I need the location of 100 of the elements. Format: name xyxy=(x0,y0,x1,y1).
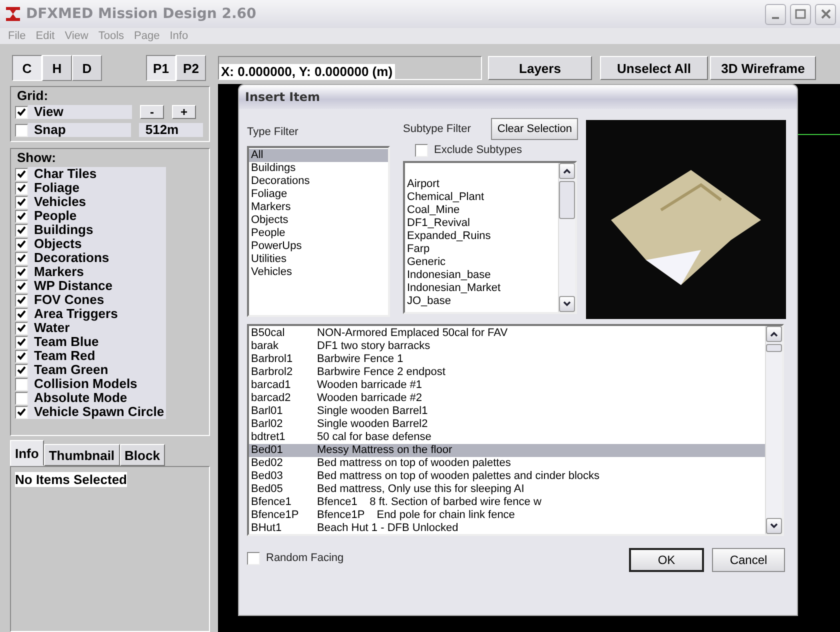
item-row[interactable]: Bfence1 Bfence1 8 ft. Section of barbed wire fence w xyxy=(249,496,765,509)
checkbox[interactable] xyxy=(15,182,28,194)
minimize-button[interactable] xyxy=(765,4,786,24)
type-list[interactable]: All Buildings Decorations Foliage Markers Objects People PowerUps Utilities Vehicles xyxy=(247,146,390,317)
list-item[interactable]: All xyxy=(249,149,388,162)
list-item[interactable]: Coal_Mine xyxy=(405,204,558,217)
option-label: Area Triggers xyxy=(28,307,166,321)
option-label: Objects xyxy=(28,237,166,251)
checkbox[interactable] xyxy=(15,124,28,136)
list-item[interactable]: People xyxy=(249,227,388,240)
scroll-down-button[interactable] xyxy=(766,518,782,534)
toolbar-button[interactable]: Unselect All xyxy=(600,56,708,80)
mode-button[interactable]: H xyxy=(42,55,72,81)
checkbox[interactable] xyxy=(15,252,28,264)
item-row[interactable]: Bed01 Messy Mattress on the floor xyxy=(249,444,765,457)
tab[interactable]: Info xyxy=(10,440,44,466)
scrollbar[interactable] xyxy=(558,163,575,312)
checkbox[interactable] xyxy=(15,238,28,250)
list-item[interactable]: Objects xyxy=(249,214,388,227)
list-item[interactable]: PowerUps xyxy=(249,240,388,253)
item-description: 50 cal for base defense xyxy=(317,431,432,444)
scroll-down-button[interactable] xyxy=(559,296,575,312)
toolbar-button[interactable]: 3D Wireframe xyxy=(710,56,816,80)
list-item[interactable]: Indonesian_base xyxy=(405,269,558,282)
checkbox[interactable] xyxy=(15,294,28,306)
tab[interactable]: Block xyxy=(120,444,165,466)
checkbox[interactable] xyxy=(15,406,28,418)
checkbox[interactable] xyxy=(415,144,428,156)
checkbox[interactable] xyxy=(15,322,28,334)
scroll-thumb[interactable] xyxy=(559,181,575,219)
item-row[interactable]: Bed03 Bed mattress on top of wooden palettes and cinder blocks xyxy=(249,470,765,483)
option-label: View xyxy=(28,105,132,119)
item-row[interactable]: B50cal NON-Armored Emplaced 50cal for FAV xyxy=(249,327,765,340)
item-row[interactable]: Barl01 Single wooden Barrel1 xyxy=(249,405,765,418)
item-row[interactable]: Bfence1P Bfence1P End pole for chain link fence xyxy=(249,509,765,522)
dialog-button[interactable]: Cancel xyxy=(712,548,785,572)
zoom-button[interactable]: + xyxy=(172,105,196,119)
list-item[interactable]: Expanded_Ruins xyxy=(405,230,558,243)
list-item[interactable]: Airport xyxy=(405,178,558,191)
item-row[interactable]: barak DF1 two story barracks xyxy=(249,340,765,353)
checkbox[interactable] xyxy=(15,336,28,348)
items-list[interactable] xyxy=(247,324,784,536)
checkbox[interactable] xyxy=(15,106,28,118)
checkbox[interactable] xyxy=(15,280,28,292)
dialog-button[interactable]: OK xyxy=(629,548,704,572)
tab[interactable]: Thumbnail xyxy=(44,444,120,466)
item-row[interactable]: Bed02 Bed mattress on top of wooden palettes xyxy=(249,457,765,470)
checkbox[interactable] xyxy=(15,196,28,208)
list-item[interactable]: JO_base xyxy=(405,295,558,308)
scrollbar[interactable] xyxy=(765,326,782,534)
toolbar-button[interactable]: Layers xyxy=(488,56,592,80)
item-description: NON-Armored Emplaced 50cal for FAV xyxy=(317,327,508,340)
option-label: Team Blue xyxy=(28,335,166,349)
item-description: Wooden barricade #1 xyxy=(317,379,422,392)
mode-button[interactable]: D xyxy=(72,55,102,81)
list-item[interactable]: Farp xyxy=(405,243,558,256)
checkbox[interactable] xyxy=(15,210,28,222)
list-item[interactable]: Utilities xyxy=(249,253,388,266)
mode-button[interactable]: C xyxy=(12,55,42,81)
item-code: Barbrol2 xyxy=(251,366,294,379)
checkbox[interactable] xyxy=(15,308,28,320)
checkbox[interactable] xyxy=(15,350,28,362)
subtype-list[interactable]: Airport Chemical_Plant Coal_Mine DF1_Revival Expanded_Ruins Farp Generic Indonesian_base Indonesian_Market JO_base xyxy=(403,161,577,314)
close-button[interactable] xyxy=(815,4,836,24)
list-item[interactable]: DF1_Revival xyxy=(405,217,558,230)
item-row[interactable]: barcad2 Wooden barricade #2 xyxy=(249,392,765,405)
zoom-button[interactable]: - xyxy=(140,105,164,119)
item-row[interactable]: bdtret1 50 cal for base defense xyxy=(249,431,765,444)
item-row[interactable]: Barbrol1 Barbwire Fence 1 xyxy=(249,353,765,366)
checkbox[interactable] xyxy=(15,392,28,404)
item-row[interactable]: Bed05 Bed mattress, Only use this for sleeping AI xyxy=(249,483,765,496)
maximize-button[interactable] xyxy=(790,4,811,24)
option-label: Foliage xyxy=(28,181,166,195)
checkbox[interactable] xyxy=(15,266,28,278)
checkbox[interactable] xyxy=(15,364,28,376)
clear-selection-button[interactable]: Clear Selection xyxy=(491,118,578,140)
checkbox[interactable] xyxy=(15,378,28,390)
item-row[interactable]: Barbrol2 Barbwire Fence 2 endpost xyxy=(249,366,765,379)
page-button[interactable]: P2 xyxy=(176,55,206,81)
list-item[interactable]: Foliage xyxy=(249,188,388,201)
checkbox[interactable] xyxy=(15,224,28,236)
list-item[interactable]: Chemical_Plant xyxy=(405,191,558,204)
item-row[interactable]: BHut1 Beach Hut 1 - DFB Unlocked xyxy=(249,522,765,535)
item-code: Barl01 xyxy=(251,405,284,418)
list-item[interactable]: Buildings xyxy=(249,162,388,175)
chevron-down-icon xyxy=(563,301,571,307)
item-row[interactable]: Barl02 Single wooden Barrel2 xyxy=(249,418,765,431)
scroll-up-button[interactable] xyxy=(766,326,782,342)
item-row[interactable]: barcad1 Wooden barricade #1 xyxy=(249,379,765,392)
list-item[interactable]: Vehicles xyxy=(249,266,388,279)
checkbox[interactable] xyxy=(247,552,260,564)
list-item[interactable]: Decorations xyxy=(249,175,388,188)
scroll-up-button[interactable] xyxy=(559,163,575,179)
checkbox[interactable] xyxy=(15,168,28,180)
list-item[interactable]: Markers xyxy=(249,201,388,214)
item-description: Single wooden Barrel2 xyxy=(317,418,428,431)
scroll-thumb[interactable] xyxy=(766,344,782,352)
page-button[interactable]: P1 xyxy=(146,55,176,81)
list-item[interactable]: Generic xyxy=(405,256,558,269)
list-item[interactable]: Indonesian_Market xyxy=(405,282,558,295)
